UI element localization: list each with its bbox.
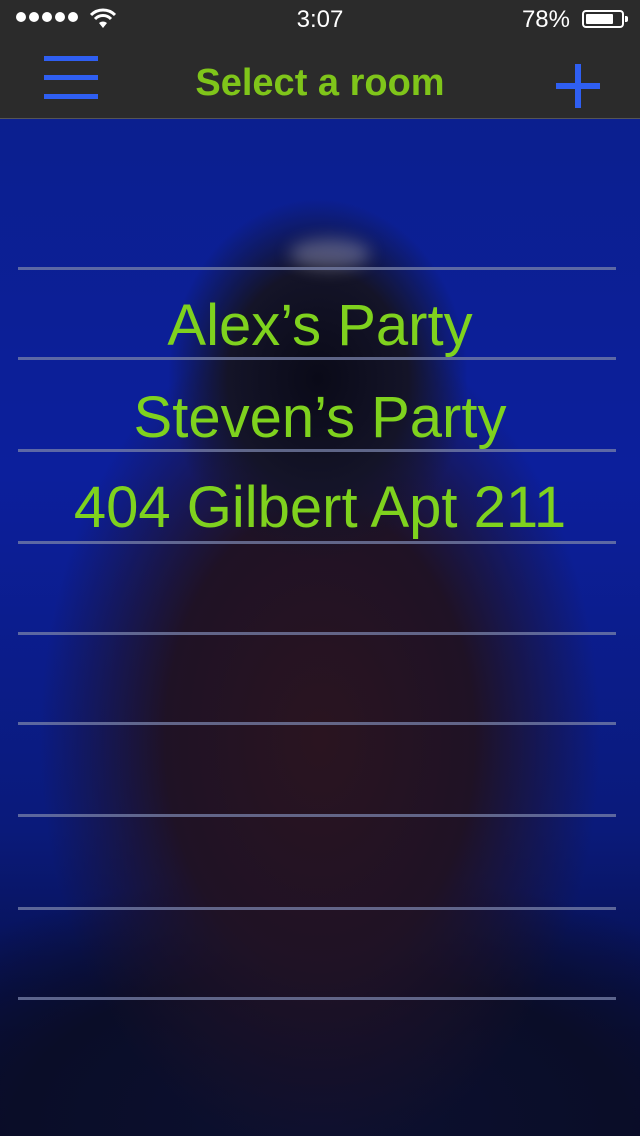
list-divider [18, 814, 616, 817]
list-divider [18, 997, 616, 1000]
navigation-bar: Select a room [0, 40, 640, 119]
room-item-alex-party[interactable]: Alex’s Party [0, 292, 640, 359]
list-divider [18, 267, 616, 270]
room-item-steven-party[interactable]: Steven’s Party [0, 384, 640, 451]
status-bar: 3:07 78% [0, 0, 640, 40]
list-divider [18, 722, 616, 725]
list-divider [18, 449, 616, 452]
room-list-background: Alex’s Party Steven’s Party 404 Gilbert … [0, 119, 640, 1136]
battery-icon [582, 10, 628, 28]
background-light-glow [290, 239, 370, 269]
page-title: Select a room [195, 62, 445, 104]
battery-percentage: 78% [521, 6, 570, 33]
add-room-plus-icon[interactable] [556, 64, 600, 108]
room-item-404-gilbert[interactable]: 404 Gilbert Apt 211 [0, 474, 640, 541]
list-divider [18, 632, 616, 635]
list-divider [18, 357, 616, 360]
list-divider [18, 541, 616, 544]
list-divider [18, 907, 616, 910]
